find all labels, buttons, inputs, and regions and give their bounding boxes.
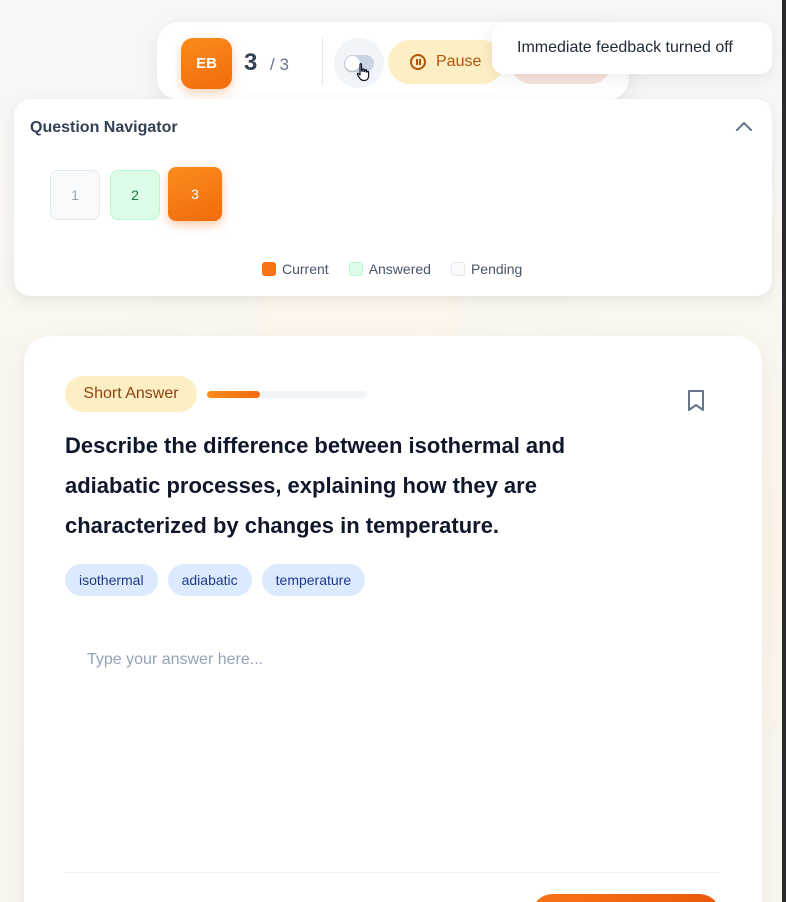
navigator-title: Question Navigator [30, 119, 178, 136]
answer-input[interactable] [65, 636, 719, 856]
pause-button[interactable]: Pause [388, 40, 504, 84]
answered-swatch [348, 262, 363, 276]
total-questions: / 3 [270, 55, 289, 74]
navigator-legend: Current Answered Pending [262, 261, 522, 277]
question-progress-fill [207, 391, 260, 398]
question-button-1[interactable]: 1 [50, 170, 100, 220]
pending-swatch [450, 262, 465, 276]
pause-icon [410, 54, 426, 70]
question-type-badge: Short Answer [65, 376, 197, 412]
pause-label: Pause [436, 53, 482, 70]
tag-temperature[interactable]: temperature [261, 564, 366, 596]
submit-button[interactable] [531, 894, 721, 902]
question-navigator: Question Navigator 1 2 3 Current Answere… [14, 99, 772, 296]
chevron-up-icon[interactable] [733, 116, 755, 138]
window-edge [782, 0, 786, 902]
feedback-toast: Immediate feedback turned off [492, 22, 772, 74]
legend-pending: Pending [450, 261, 523, 277]
legend-current-label: Current [282, 261, 329, 277]
question-text: Describe the difference between isotherm… [65, 433, 566, 538]
feedback-toggle[interactable] [334, 38, 384, 88]
question-tags: isothermal adiabatic temperature [65, 564, 366, 596]
tag-isothermal[interactable]: isothermal [65, 564, 158, 596]
toast-message: Immediate feedback turned off [517, 39, 733, 56]
question-button-2[interactable]: 2 [110, 170, 160, 220]
tag-adiabatic[interactable]: adiabatic [167, 564, 252, 596]
bookmark-icon[interactable] [684, 388, 708, 414]
legend-answered-label: Answered [368, 261, 431, 277]
legend-pending-label: Pending [470, 261, 523, 277]
hand-cursor-icon [356, 63, 370, 82]
card-divider [65, 872, 719, 873]
avatar[interactable]: EB [181, 38, 232, 89]
question-button-3[interactable]: 3 [168, 167, 222, 221]
legend-answered: Answered [348, 261, 431, 277]
question-card: Short Answer Describe the difference bet… [24, 336, 762, 902]
question-progress-bar [207, 391, 367, 398]
current-question-number: 3 [244, 49, 258, 76]
current-swatch [262, 262, 276, 276]
toolbar-divider [322, 38, 323, 86]
legend-current: Current [262, 261, 329, 277]
